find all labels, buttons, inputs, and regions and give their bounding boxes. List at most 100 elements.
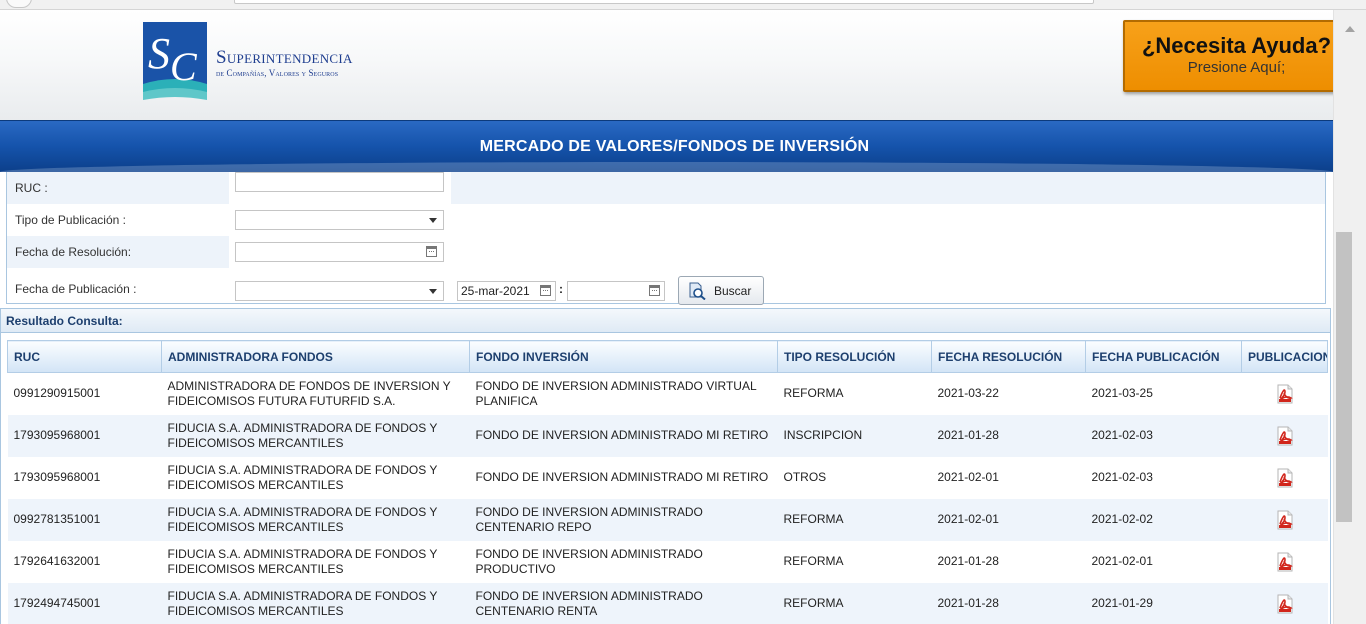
cell-ruc: 1793095968001 [13,470,101,484]
cell-fecha-publicacion: 2021-03-25 [1091,386,1153,401]
section-banner: MERCADO DE VALORES/FONDOS DE INVERSIÓN [0,120,1333,172]
cell-fecha-resolucion: 2021-01-28 [937,554,999,568]
pdf-icon[interactable] [1276,594,1294,614]
column-header-administradora[interactable]: ADMINISTRADORA FONDOS [161,340,470,373]
cell-fecha-resolucion: 2021-02-01 [937,470,999,484]
cell-tipo-resolucion: REFORMA [783,386,844,401]
cell-fondo: FONDO DE INVERSION ADMINISTRADO CENTENAR… [469,498,778,541]
cell-administradora: ADMINISTRADORA DE FONDOS DE INVERSION Y … [167,378,451,408]
ruc-input[interactable] [235,172,444,192]
brand-title: Superintendencia [216,47,353,68]
cell-fecha-resolucion: 2021-01-28 [931,582,1086,624]
cell-fecha-publicacion: 2021-02-03 [1091,470,1153,484]
pdf-icon[interactable] [1276,384,1294,404]
page-title: MERCADO DE VALORES/FONDOS DE INVERSIÓN [479,138,870,155]
fecha-hasta-input[interactable] [567,281,665,301]
fecha-resolucion-input[interactable] [235,242,444,262]
table-header-row: RUC ADMINISTRADORA FONDOS FONDO INVERSIÓ… [7,340,1328,373]
pdf-icon[interactable] [1276,426,1294,446]
cell-fecha-resolucion: 2021-01-28 [931,414,1086,457]
cell-tipo-resolucion: REFORMA [777,498,932,541]
table-row: 1792494745001 FIDUCIA S.A. ADMINISTRADORA… [7,582,1328,624]
svg-text:S: S [148,29,170,78]
browser-chrome [0,0,1366,10]
search-document-icon [689,282,706,300]
page-scrollbar[interactable] [1333,10,1366,624]
tipo-publicacion-label: Tipo de Publicación : [15,213,126,227]
table-row: 0992781351001 FIDUCIA S.A. ADMINISTRADORA… [7,498,1328,541]
range-separator: : [559,282,563,296]
column-header-tipo-resolucion[interactable]: TIPO RESOLUCIÓN [777,340,932,373]
results-table: RUC ADMINISTRADORA FONDOS FONDO INVERSIÓ… [7,340,1328,624]
column-header-fecha-resolucion[interactable]: FECHA RESOLUCIÓN [931,340,1086,373]
column-header-fondo[interactable]: FONDO INVERSIÓN [469,340,778,373]
form-row-tipo: Tipo de Publicación : [7,204,1325,236]
cell-fondo: FONDO DE INVERSION ADMINISTRADO MI RETIR… [475,470,769,484]
cell-fecha-publicacion: 2021-02-03 [1085,414,1242,457]
ruc-label: RUC : [15,181,48,195]
results-title: Resultado Consulta: [1,309,1330,333]
cell-fecha-publicacion: 2021-02-02 [1085,498,1242,541]
table-row: 1793095968001 FIDUCIA S.A. ADMINISTRADORA… [8,457,1328,499]
table-row: 0991290915001 ADMINISTRADORA DE FONDOS DE… [8,373,1328,415]
cell-tipo-resolucion: OTROS [783,470,827,484]
cell-ruc: 1793095968001 [7,414,162,457]
browser-back-button[interactable] [6,0,32,8]
browser-address-bar[interactable] [234,0,1094,4]
banner-curve [0,162,1333,172]
fecha-desde-value: 25-mar-2021 [461,284,530,298]
column-header-publicacion[interactable]: PUBLICACION [1241,340,1328,373]
brand-name: Superintendencia de Compañías, Valores y… [216,47,416,79]
cell-publicacion [1242,457,1328,499]
cell-ruc: 1792494745001 [7,582,162,624]
form-row-fecha-resolucion: Fecha de Resolución: [7,236,1325,268]
sc-logo-icon[interactable]: S C [143,22,207,102]
column-header-fecha-publicacion[interactable]: FECHA PUBLICACIÓN [1085,340,1242,373]
calendar-icon[interactable] [540,285,551,296]
cell-fecha-resolucion: 2021-02-01 [931,498,1086,541]
tipo-publicacion-select[interactable] [235,210,444,230]
cell-fondo: FONDO DE INVERSION ADMINISTRADO MI RETIR… [469,414,778,457]
cell-fondo: FONDO DE INVERSION ADMINISTRADO VIRTUAL … [475,378,757,408]
brand-subtitle: de Compañías, Valores y Seguros [216,68,339,78]
svg-text:C: C [170,44,198,89]
cell-publicacion [1241,414,1328,457]
column-header-ruc[interactable]: RUC [7,340,162,373]
calendar-icon[interactable] [649,285,660,296]
cell-fecha-publicacion: 2021-02-01 [1091,554,1153,568]
cell-administradora: FIDUCIA S.A. ADMINISTRADORA DE FONDOS Y … [161,414,470,457]
cell-publicacion [1242,541,1328,583]
cell-administradora: FIDUCIA S.A. ADMINISTRADORA DE FONDOS Y … [167,462,438,492]
cell-administradora: FIDUCIA S.A. ADMINISTRADORA DE FONDOS Y … [167,546,438,576]
help-title: ¿Necesita Ayuda? [1141,33,1332,58]
search-form: RUC : Tipo de Publicación : Fecha de Res… [6,172,1326,305]
fecha-publicacion-select[interactable] [235,281,444,301]
cell-tipo-resolucion: REFORMA [783,554,844,568]
scroll-up-arrow-icon[interactable] [1345,26,1355,32]
cell-publicacion [1241,498,1328,541]
chevron-down-icon [429,289,437,294]
results-panel: Resultado Consulta: RUC ADMINISTRADORA F… [0,308,1331,624]
help-subtitle: Presione Aquí; [1187,59,1286,76]
buscar-label: Buscar [714,284,752,298]
pdf-icon[interactable] [1276,468,1294,488]
pdf-icon[interactable] [1276,510,1294,530]
cell-ruc: 0991290915001 [13,386,101,401]
table-row: 1793095968001 FIDUCIA S.A. ADMINISTRADORA… [7,414,1328,457]
cell-administradora: FIDUCIA S.A. ADMINISTRADORA DE FONDOS Y … [161,498,470,541]
calendar-icon[interactable] [426,246,437,257]
cell-publicacion [1241,582,1328,624]
cell-fecha-publicacion: 2021-01-29 [1085,582,1242,624]
pdf-icon[interactable] [1276,552,1294,572]
scrollbar-thumb[interactable] [1336,232,1352,522]
fecha-publicacion-label: Fecha de Publicación : [15,282,137,296]
cell-ruc: 1792641632001 [13,554,101,568]
table-body: 0991290915001 ADMINISTRADORA DE FONDOS DE… [7,373,1328,624]
page-viewport: S C Superintendencia de Compañías, Valor… [0,10,1333,624]
help-button[interactable]: ¿Necesita Ayuda? Presione Aquí; [1123,20,1333,92]
buscar-button[interactable]: Buscar [678,276,764,305]
table-row: 1792641632001 FIDUCIA S.A. ADMINISTRADORA… [8,541,1328,583]
cell-administradora: FIDUCIA S.A. ADMINISTRADORA DE FONDOS Y … [161,582,470,624]
fecha-desde-input[interactable]: 25-mar-2021 [457,281,556,301]
cell-fondo: FONDO DE INVERSION ADMINISTRADO PRODUCTI… [475,546,703,576]
